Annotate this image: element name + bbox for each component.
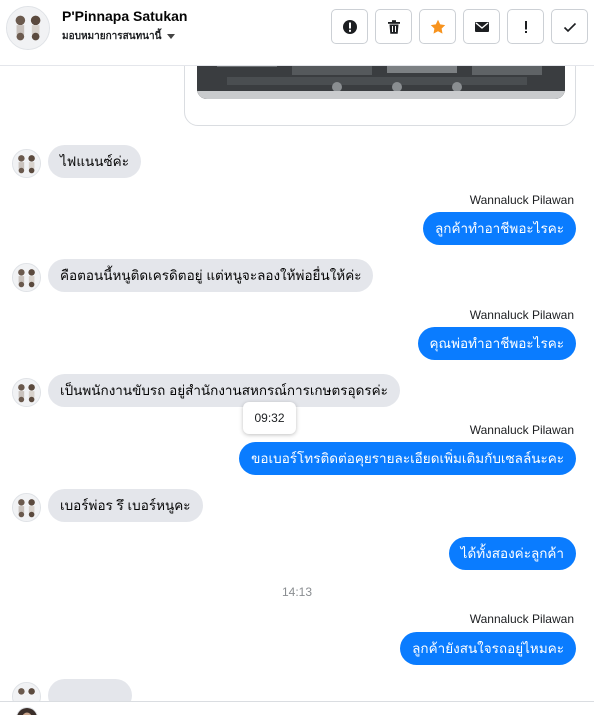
contact-avatar [12,493,41,522]
star-button[interactable] [419,9,456,44]
contact-name[interactable]: P'Pinnapa Satukan [62,8,187,24]
outgoing-message[interactable]: ได้ทั้งสองค่ะลูกค้า [448,537,576,570]
outgoing-message[interactable]: ขอเบอร์โทรติดต่อคุยรายละเอียดเพิ่มเติมกั… [239,442,576,475]
mark-unread-button[interactable] [463,9,500,44]
conversation-timestamp: 14:13 [281,585,313,599]
exclamation-icon [524,20,527,33]
delete-button[interactable] [375,9,412,44]
contact-avatar[interactable] [6,6,50,50]
sender-name: Wannaluck Pilawan [469,423,574,437]
incoming-message[interactable]: เบอร์พ่อร รึ เบอร์หนูคะ [48,489,203,522]
message-time-tooltip: 09:32 [243,402,296,434]
alert-circle-icon [342,19,357,34]
incoming-message[interactable]: คือตอนนี้หนูติดเครดิตอยู่ แต่หนูจะลองให้… [48,259,374,292]
done-button[interactable] [551,9,588,44]
contact-avatar [12,149,41,178]
envelope-icon [474,21,489,32]
caret-down-icon [167,34,176,39]
sender-name: Wannaluck Pilawan [469,612,574,626]
follow-up-button[interactable] [507,9,544,44]
sender-name: Wannaluck Pilawan [469,193,574,207]
outgoing-message[interactable]: ลูกค้ายังสนใจรถอยู่ไหมคะ [400,632,576,665]
sender-name: Wannaluck Pilawan [469,308,574,322]
trash-icon [387,19,400,34]
check-icon [563,22,576,32]
message-composer[interactable] [0,701,594,715]
spam-button[interactable] [331,9,368,44]
outgoing-message[interactable]: คุณพ่อทำอาชีพอะไรคะ [417,327,576,360]
assign-conversation-dropdown[interactable]: มอบหมายการสนทนานี้ [62,29,176,44]
star-icon [430,19,445,34]
assign-conversation-label: มอบหมายการสนทนานี้ [62,31,162,42]
incoming-message[interactable]: ไฟแนนซ์ค่ะ [48,145,141,178]
contact-avatar [12,263,41,292]
outgoing-message[interactable]: ลูกค้าทำอาชีพอะไรคะ [423,212,576,245]
contact-avatar [12,378,41,407]
incoming-message[interactable]: เป็นพนักงานขับรถ อยู่สำนักงานสหกรณ์การเก… [48,374,400,407]
conversation-header: P'Pinnapa Satukan มอบหมายการสนทนานี้ [0,0,594,66]
header-toolbar [331,9,588,44]
conversation-panel: P'Pinnapa Satukan มอบหมายการสนทนานี้ ไฟแ… [0,0,594,715]
